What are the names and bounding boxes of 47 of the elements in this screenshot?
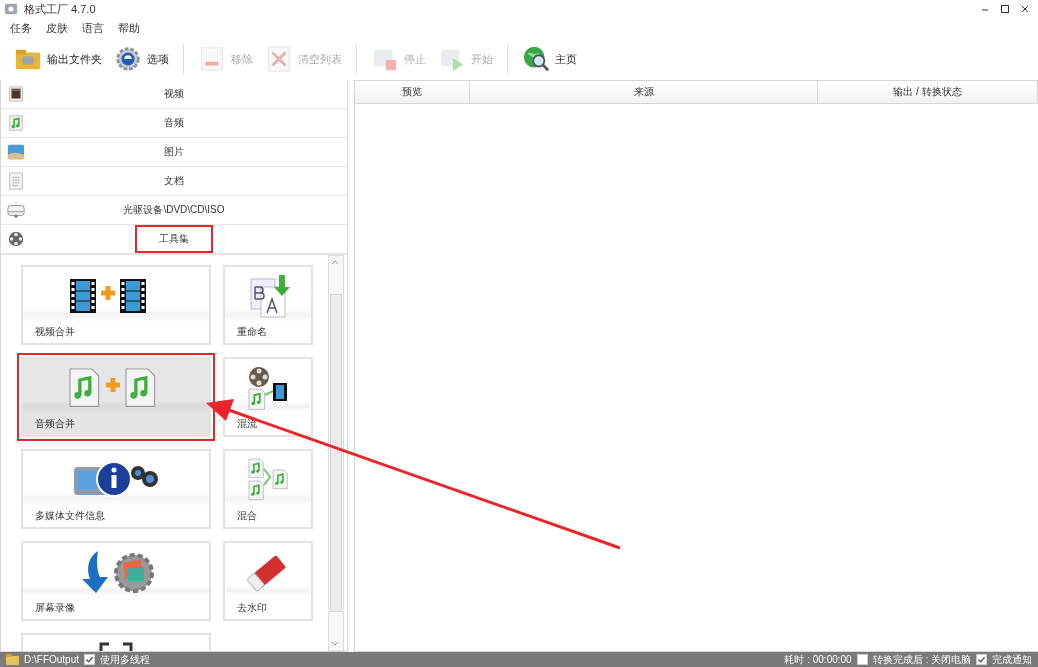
menu-item[interactable]: 帮助 bbox=[118, 20, 140, 36]
film-reel-icon bbox=[7, 230, 25, 248]
column-header[interactable]: 预览 bbox=[355, 81, 470, 103]
music-files-join-icon bbox=[245, 457, 291, 503]
output-folder-path: D:\FFOutput bbox=[24, 654, 79, 665]
toolbar-button[interactable]: 输出文件夹 bbox=[10, 42, 106, 76]
category-row[interactable]: 视频 bbox=[1, 80, 347, 109]
category-row[interactable]: 音频 bbox=[1, 109, 347, 138]
delete-icon bbox=[265, 45, 293, 73]
tool-card[interactable]: 屏幕录像 bbox=[21, 541, 211, 621]
document-icon bbox=[7, 172, 25, 190]
minus-icon bbox=[198, 45, 226, 73]
close-icon[interactable] bbox=[1020, 4, 1030, 14]
notify-checkbox[interactable] bbox=[976, 654, 987, 665]
window-title: 格式工厂 4.7.0 bbox=[24, 1, 96, 17]
checkbox-label: 转换完成后 : 关闭电脑 bbox=[872, 652, 971, 667]
menu-item[interactable]: 任务 bbox=[10, 20, 32, 36]
menu-item[interactable]: 语言 bbox=[82, 20, 104, 36]
maximize-icon[interactable] bbox=[1000, 4, 1010, 14]
tool-card[interactable]: 混合 bbox=[223, 449, 313, 529]
app-icon bbox=[4, 2, 18, 16]
globe-search-icon bbox=[522, 45, 550, 73]
shutdown-checkbox[interactable] bbox=[856, 654, 868, 665]
category-row[interactable]: 文档 bbox=[1, 167, 347, 196]
folder-icon bbox=[6, 654, 19, 665]
tool-card[interactable]: 混流 bbox=[223, 357, 313, 437]
elapsed-time: 耗时 : 00:00:00 bbox=[784, 652, 852, 667]
menu-item[interactable]: 皮肤 bbox=[46, 20, 68, 36]
category-row[interactable]: 光驱设备\DVD\CD\ISO bbox=[1, 196, 347, 225]
checkbox-label: 使用多线程 bbox=[100, 652, 150, 667]
scrollbar[interactable] bbox=[328, 255, 344, 651]
landscape-photo-icon bbox=[7, 143, 25, 161]
tool-card[interactable]: 去水印 bbox=[223, 541, 313, 621]
clapperboard-icon bbox=[7, 85, 25, 103]
category-row[interactable]: 图片 bbox=[1, 138, 347, 167]
music-file-icon bbox=[7, 114, 25, 132]
category-row[interactable]: 工具集 bbox=[1, 225, 347, 254]
toolbar-button[interactable]: 选项 bbox=[110, 42, 173, 76]
settings-icon bbox=[114, 45, 142, 73]
tool-card[interactable]: 视频合并 bbox=[21, 265, 211, 345]
toolbar-button[interactable]: 主页 bbox=[518, 42, 581, 76]
checkbox-label: 完成通知 bbox=[992, 652, 1032, 667]
tool-card[interactable]: 重命名 bbox=[223, 265, 313, 345]
tool-card[interactable]: 多媒体文件信息 bbox=[21, 449, 211, 529]
column-header[interactable]: 来源 bbox=[470, 81, 818, 103]
column-header[interactable]: 输出 / 转换状态 bbox=[818, 81, 1038, 103]
multithread-checkbox[interactable] bbox=[84, 654, 95, 665]
